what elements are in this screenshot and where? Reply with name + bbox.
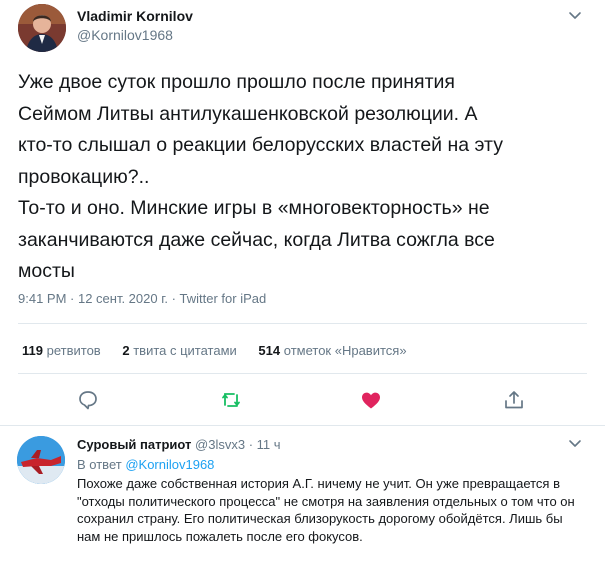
in-reply-prefix: В ответ	[77, 457, 122, 472]
divider	[18, 373, 587, 374]
tweet-actions	[0, 388, 605, 412]
chevron-down-icon[interactable]	[566, 434, 584, 452]
tweet-stats: 119 ретвитов 2 твита с цитатами 514 отме…	[22, 343, 425, 358]
reply-tweet[interactable]: Суровый патриот @3lsvx3 · 11 ч В ответ @…	[0, 426, 605, 574]
quotes-label: твита с цитатами	[133, 343, 237, 358]
likes-label: отметок «Нравится»	[283, 343, 407, 358]
reply-icon[interactable]	[76, 388, 100, 412]
reply-author-handle[interactable]: @3lsvx3	[195, 437, 245, 452]
likes-count: 514	[258, 343, 281, 358]
reply-author-avatar[interactable]	[17, 436, 65, 484]
retweets-label: ретвитов	[46, 343, 101, 358]
retweets-count: 119	[22, 343, 43, 358]
quotes-count: 2	[122, 343, 130, 358]
reply-header: Суровый патриот @3lsvx3 · 11 ч	[77, 437, 281, 452]
retweet-icon[interactable]	[219, 388, 243, 412]
author-handle[interactable]: @Kornilov1968	[77, 27, 173, 43]
likes-stat[interactable]: 514 отметок «Нравится»	[258, 343, 406, 358]
tweet-timestamp[interactable]: 9:41 PM · 12 сент. 2020 г. · Twitter for…	[18, 291, 266, 306]
reply-text: Похоже даже собственная история А.Г. нич…	[77, 476, 575, 544]
in-reply-handle-link[interactable]: @Kornilov1968	[125, 457, 214, 472]
divider	[18, 323, 587, 324]
reply-author-name[interactable]: Суровый патриот	[77, 437, 191, 452]
chevron-down-icon[interactable]	[566, 6, 584, 24]
reply-time[interactable]: · 11 ч	[249, 437, 281, 452]
retweets-stat[interactable]: 119 ретвитов	[22, 343, 101, 358]
tweet-text: Уже двое суток прошло прошло после приня…	[18, 71, 503, 282]
author-avatar[interactable]	[18, 4, 66, 52]
share-icon[interactable]	[502, 388, 526, 412]
like-icon[interactable]	[359, 388, 383, 412]
quotes-stat[interactable]: 2 твита с цитатами	[122, 343, 236, 358]
author-name[interactable]: Vladimir Kornilov	[77, 8, 193, 24]
in-reply-to: В ответ @Kornilov1968	[77, 457, 214, 472]
